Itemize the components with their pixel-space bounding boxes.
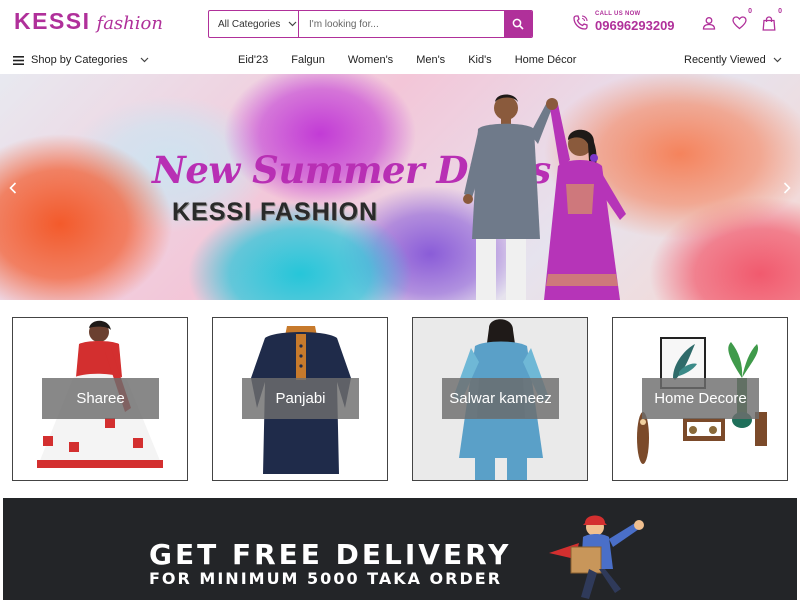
heart-icon [731,16,747,30]
chevron-right-icon [783,182,791,194]
header-icons: 0 0 [700,8,782,32]
nav-link-womens[interactable]: Women's [348,54,393,66]
nav-link-kids[interactable]: Kid's [468,54,492,66]
category-label: Panjabi [242,378,359,419]
delivery-courier-image [549,515,644,599]
chevron-down-icon [288,21,297,27]
category-label: Salwar kameez [442,378,559,419]
nav-link-eid[interactable]: Eid'23 [238,54,268,66]
banner-subline: FOR MINIMUM 5000 TAKA ORDER [149,569,503,588]
chevron-down-icon [773,57,782,63]
nav-link-mens[interactable]: Men's [416,54,445,66]
search-button[interactable] [504,11,532,37]
nav-link-falgun[interactable]: Falgun [291,54,325,66]
slider-next-button[interactable] [780,178,794,198]
category-card-home-decore[interactable]: Home Decore [612,317,788,481]
cart-count: 0 [778,8,782,15]
search-input[interactable] [299,11,504,37]
search-icon [512,18,524,30]
free-delivery-banner[interactable]: GET FREE DELIVERY FOR MINIMUM 5000 TAKA … [3,498,797,600]
phone-icon [573,14,588,30]
logo[interactable]: KESSI fashion [14,8,163,35]
logo-main-text: KESSI [14,8,91,34]
hero-subtitle: KESSI FASHION [172,198,379,226]
chevron-down-icon [140,57,149,63]
category-select[interactable]: All Categories [209,11,299,37]
account-button[interactable] [700,14,718,32]
menu-icon [13,55,24,65]
category-card-salwar-kameez[interactable]: Salwar kameez [412,317,588,481]
call-us[interactable]: CALL US NOW 09696293209 [572,11,675,33]
search-bar: All Categories [208,10,533,38]
cart-button[interactable]: 0 [760,8,782,32]
shop-by-categories[interactable]: Shop by Categories [13,54,149,66]
call-text: CALL US NOW 09696293209 [595,11,675,33]
hero-slider[interactable]: New Summer Dress KESSI FASHION [0,74,800,300]
user-icon [702,17,716,30]
category-card-panjabi[interactable]: Panjabi [212,317,388,481]
logo-sub-text: fashion [96,13,163,34]
category-label: Home Decore [642,378,759,419]
nav-links: Eid'23 Falgun Women's Men's Kid's Home D… [238,54,599,66]
recently-viewed[interactable]: Recently Viewed [684,54,782,66]
chevron-left-icon [9,182,17,194]
category-card-sharee[interactable]: Sharee [12,317,188,481]
wishlist-count: 0 [748,8,752,15]
call-label: CALL US NOW [595,11,641,17]
phone-number: 09696293209 [595,18,675,33]
recently-viewed-label: Recently Viewed [684,54,766,66]
shop-by-categories-label: Shop by Categories [31,54,128,66]
category-select-label: All Categories [218,18,281,30]
main-nav: Shop by Categories Eid'23 Falgun Women's… [0,48,800,74]
banner-headline: GET FREE DELIVERY [149,538,512,571]
category-cards: Sharee Panjabi Salwar kameez Home Decore [12,317,788,481]
wishlist-button[interactable]: 0 [730,8,752,32]
bag-icon [762,15,776,31]
nav-link-home-decor[interactable]: Home Décor [515,54,577,66]
couple-image [463,94,626,300]
category-label: Sharee [42,378,159,419]
slider-prev-button[interactable] [6,178,20,198]
site-header: KESSI fashion All Categories CALL US NOW… [0,0,800,48]
